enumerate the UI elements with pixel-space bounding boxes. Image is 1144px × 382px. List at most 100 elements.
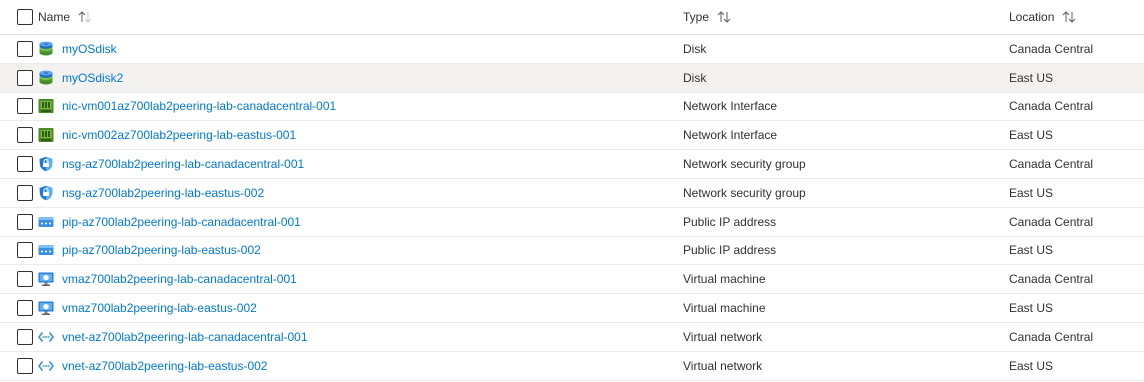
table-row[interactable]: vmaz700lab2peering-lab-canadacentral-001… <box>0 265 1144 295</box>
select-all-checkbox[interactable] <box>17 9 33 25</box>
row-checkbox[interactable] <box>17 127 33 144</box>
location-cell: Canada Central <box>1009 150 1093 178</box>
row-checkbox[interactable] <box>17 213 33 230</box>
row-checkbox[interactable] <box>17 156 33 173</box>
row-checkbox[interactable] <box>17 300 33 317</box>
location-cell: East US <box>1009 237 1053 265</box>
disk-icon <box>38 70 54 86</box>
location-cell: Canada Central <box>1009 323 1093 351</box>
type-cell: Disk <box>683 35 706 63</box>
resource-name-link[interactable]: vnet-az700lab2peering-lab-eastus-002 <box>62 359 267 373</box>
resource-type: Public IP address <box>683 243 777 258</box>
table-row[interactable]: vmaz700lab2peering-lab-eastus-002 Virtua… <box>0 294 1144 323</box>
type-cell: Virtual network <box>683 323 762 351</box>
resource-name-link[interactable]: nsg-az700lab2peering-lab-canadacentral-0… <box>62 157 304 171</box>
table-row[interactable]: nic-vm001az700lab2peering-lab-canadacent… <box>0 93 1144 122</box>
sort-icon[interactable] <box>78 11 92 23</box>
sort-icon[interactable] <box>717 11 731 23</box>
resource-location: Canada Central <box>1009 157 1094 172</box>
type-cell: Network security group <box>683 150 806 178</box>
resource-location: East US <box>1009 185 1054 200</box>
resource-type: Network security group <box>683 185 806 200</box>
table-row[interactable]: vnet-az700lab2peering-lab-eastus-002 Vir… <box>0 352 1144 381</box>
name-cell: vmaz700lab2peering-lab-eastus-002 <box>38 294 257 322</box>
column-type-label: Type <box>683 10 710 24</box>
resource-name-link[interactable]: myOSdisk <box>62 42 117 56</box>
name-cell: myOSdisk <box>38 35 117 63</box>
row-checkbox[interactable] <box>17 357 33 374</box>
location-cell: Canada Central <box>1009 208 1093 236</box>
sort-icon[interactable] <box>1062 11 1076 23</box>
virtual-network-icon <box>38 358 54 374</box>
table-row[interactable]: nic-vm002az700lab2peering-lab-eastus-001… <box>0 121 1144 151</box>
resource-location: East US <box>1009 70 1054 85</box>
name-cell: vnet-az700lab2peering-lab-eastus-002 <box>38 352 267 380</box>
name-cell: pip-az700lab2peering-lab-canadacentral-0… <box>38 208 301 236</box>
network-interface-icon <box>38 127 54 143</box>
network-security-group-icon <box>38 185 54 201</box>
location-cell: East US <box>1009 352 1053 380</box>
row-checkbox[interactable] <box>17 40 33 57</box>
name-cell: vmaz700lab2peering-lab-canadacentral-001 <box>38 265 297 293</box>
row-checkbox[interactable] <box>17 328 33 345</box>
resource-name-link[interactable]: vmaz700lab2peering-lab-canadacentral-001 <box>62 272 297 286</box>
location-cell: East US <box>1009 294 1053 322</box>
resource-name-link[interactable]: nic-vm002az700lab2peering-lab-eastus-001 <box>62 128 296 142</box>
table-row[interactable]: myOSdisk2 Disk East US <box>0 63 1144 93</box>
resource-location: Canada Central <box>1009 272 1094 287</box>
resource-type: Network Interface <box>683 99 778 114</box>
resource-name-link[interactable]: vmaz700lab2peering-lab-eastus-002 <box>62 301 257 315</box>
resource-name-link[interactable]: myOSdisk2 <box>62 71 123 85</box>
resource-type: Virtual machine <box>683 301 766 316</box>
public-ip-icon <box>38 242 54 258</box>
resource-type: Virtual network <box>683 358 763 373</box>
row-checkbox[interactable] <box>17 184 33 201</box>
location-cell: East US <box>1009 64 1053 92</box>
network-interface-icon <box>38 98 54 114</box>
name-cell: nsg-az700lab2peering-lab-canadacentral-0… <box>38 150 304 178</box>
row-checkbox[interactable] <box>17 271 33 288</box>
resource-location: East US <box>1009 301 1054 316</box>
table-row[interactable]: nsg-az700lab2peering-lab-canadacentral-0… <box>0 150 1144 179</box>
resource-type: Virtual network <box>683 329 763 344</box>
resource-location: Canada Central <box>1009 41 1094 56</box>
name-cell: vnet-az700lab2peering-lab-canadacentral-… <box>38 323 308 351</box>
name-cell: nic-vm002az700lab2peering-lab-eastus-001 <box>38 121 296 149</box>
location-cell: Canada Central <box>1009 35 1093 63</box>
type-cell: Network security group <box>683 179 806 207</box>
row-checkbox[interactable] <box>17 242 33 259</box>
column-header-name[interactable]: Name <box>38 0 92 34</box>
resource-location: East US <box>1009 128 1054 143</box>
table-row[interactable]: pip-az700lab2peering-lab-canadacentral-0… <box>0 208 1144 237</box>
name-cell: pip-az700lab2peering-lab-eastus-002 <box>38 237 261 265</box>
resource-name-link[interactable]: nic-vm001az700lab2peering-lab-canadacent… <box>62 99 336 113</box>
type-cell: Public IP address <box>683 208 776 236</box>
row-checkbox[interactable] <box>17 98 33 115</box>
column-header-type[interactable]: Type <box>683 0 731 34</box>
row-checkbox[interactable] <box>17 69 33 86</box>
resource-location: Canada Central <box>1009 329 1094 344</box>
column-location-label: Location <box>1009 10 1055 24</box>
resource-name-link[interactable]: nsg-az700lab2peering-lab-eastus-002 <box>62 186 264 200</box>
type-cell: Disk <box>683 64 706 92</box>
type-cell: Network Interface <box>683 121 777 149</box>
type-cell: Virtual machine <box>683 294 766 322</box>
resource-type: Disk <box>683 70 707 85</box>
resource-type: Network security group <box>683 157 806 172</box>
public-ip-icon <box>38 214 54 230</box>
virtual-network-icon <box>38 329 54 345</box>
name-cell: nsg-az700lab2peering-lab-eastus-002 <box>38 179 264 207</box>
table-row[interactable]: myOSdisk Disk Canada Central <box>0 35 1144 64</box>
table-row[interactable]: nsg-az700lab2peering-lab-eastus-002 Netw… <box>0 179 1144 208</box>
resource-type: Virtual machine <box>683 272 766 287</box>
column-header-location[interactable]: Location <box>1009 0 1076 34</box>
resource-type: Public IP address <box>683 214 777 229</box>
resource-name-link[interactable]: vnet-az700lab2peering-lab-canadacentral-… <box>62 330 308 344</box>
network-security-group-icon <box>38 156 54 172</box>
location-cell: East US <box>1009 121 1053 149</box>
grid-header: Name Type Location <box>0 0 1144 35</box>
resource-name-link[interactable]: pip-az700lab2peering-lab-canadacentral-0… <box>62 215 301 229</box>
table-row[interactable]: pip-az700lab2peering-lab-eastus-002 Publ… <box>0 237 1144 266</box>
table-row[interactable]: vnet-az700lab2peering-lab-canadacentral-… <box>0 323 1144 352</box>
resource-name-link[interactable]: pip-az700lab2peering-lab-eastus-002 <box>62 243 261 257</box>
